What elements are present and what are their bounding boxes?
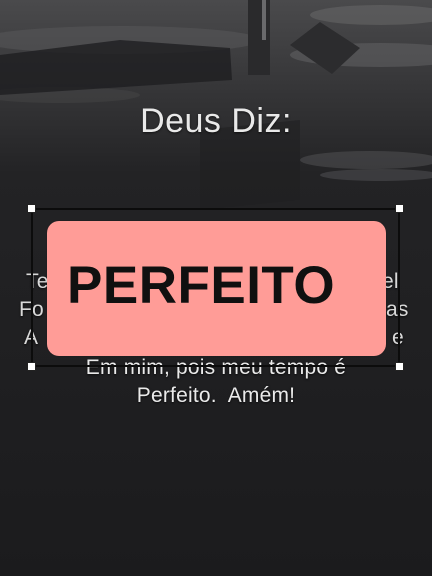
caption-line-5: Perfeito. Amém! [136,384,296,407]
resize-handle-top-left[interactable] [27,204,36,213]
heading-text: Deus Diz: [140,102,292,140]
video-canvas: Deus Diz: Te el Fo as A e Em mim, pois m… [0,0,432,576]
resize-handle-top-right[interactable] [395,204,404,213]
text-sticker-label[interactable]: PERFEITO [67,255,335,316]
resize-handle-bottom-left[interactable] [27,362,36,371]
resize-handle-bottom-right[interactable] [395,362,404,371]
